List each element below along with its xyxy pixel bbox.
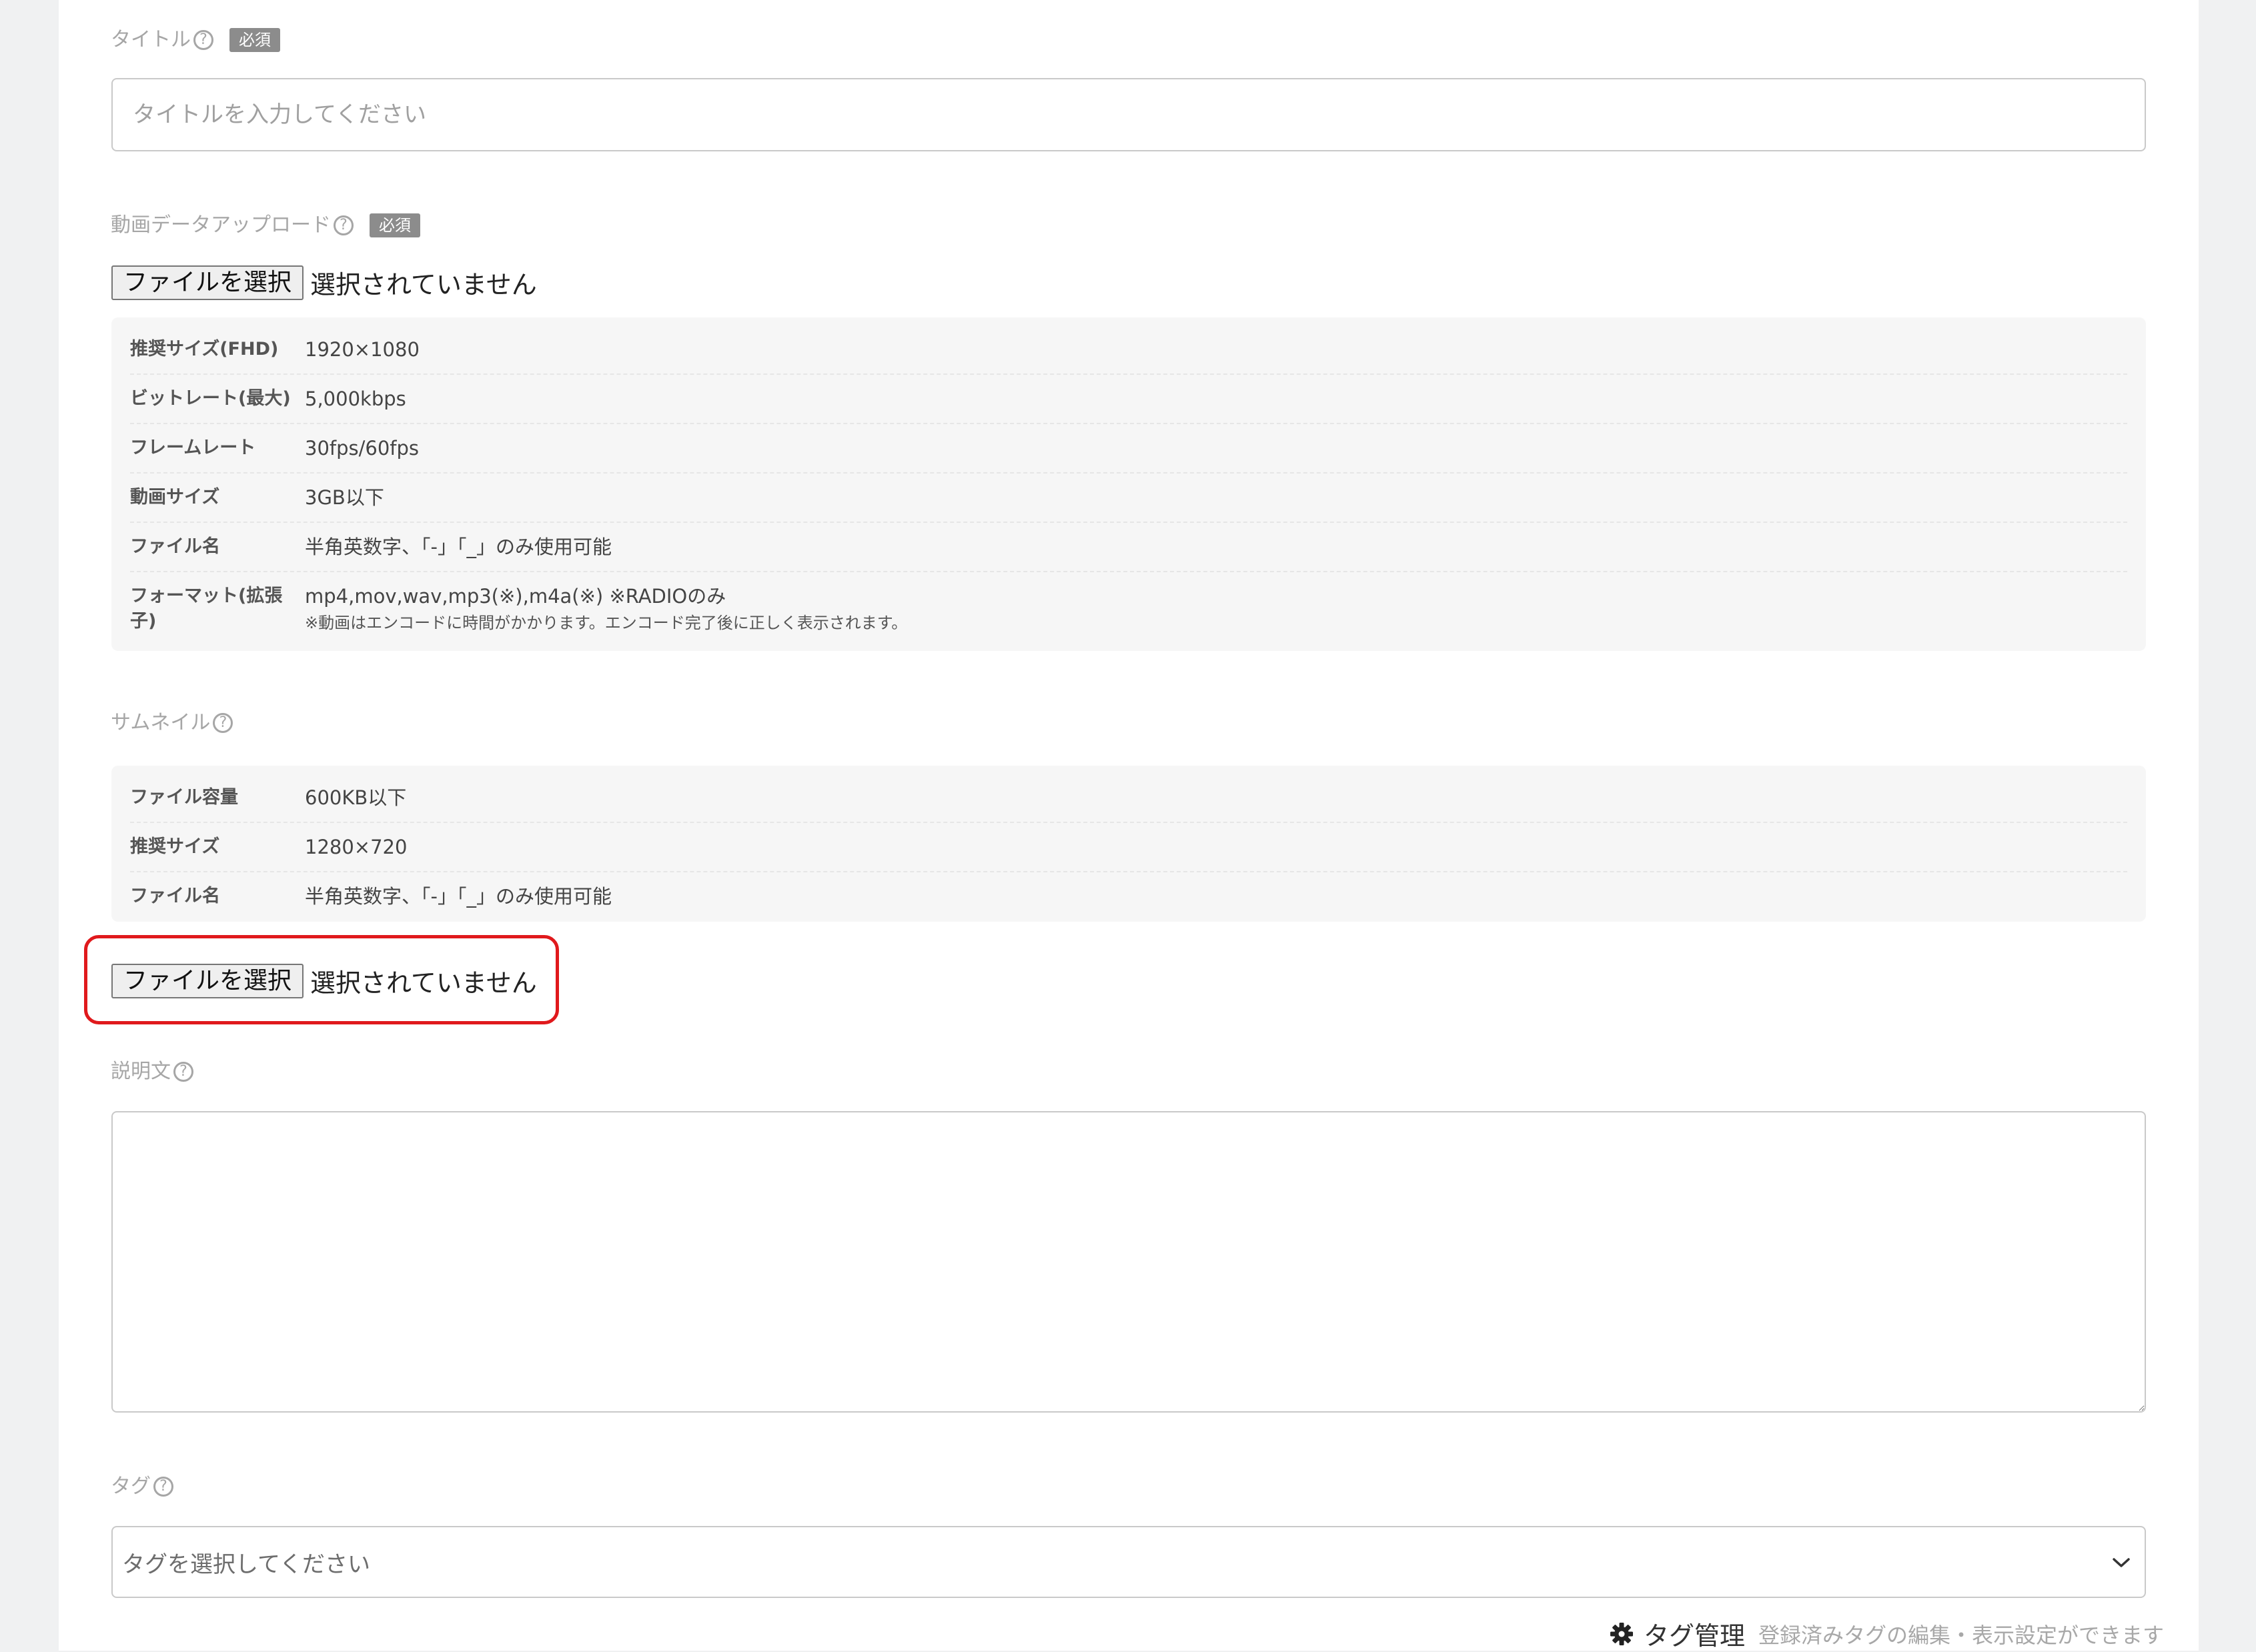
chevron-down-icon <box>2111 1549 2131 1575</box>
spec-key: 動画サイズ <box>130 487 220 508</box>
spec-key: フォーマット(拡張子) <box>130 586 283 632</box>
video-file-status: 選択されていません <box>310 270 537 299</box>
required-badge: 必須 <box>229 28 280 52</box>
thumbnail-label: サムネイル <box>111 711 211 734</box>
thumbnail-file-status: 選択されていません <box>310 968 537 998</box>
spec-key: フレームレート <box>130 438 256 458</box>
video-file-picker: ファイルを選択 選択されていません <box>111 264 537 301</box>
thumbnail-label-row: サムネイル ? <box>111 710 233 736</box>
tag-manage-row: タグ管理 登録済みタグの編集・表示設定ができます <box>1609 1615 2164 1652</box>
video-choose-file-button[interactable]: ファイルを選択 <box>111 265 304 300</box>
tag-manage-link[interactable]: タグ管理 <box>1644 1615 1745 1652</box>
help-icon[interactable]: ? <box>153 1477 173 1497</box>
thumbnail-file-picker: ファイルを選択 選択されていません <box>111 962 537 999</box>
spec-row: ファイル名 半角英数字、「-」「_」のみ使用可能 <box>130 872 2127 920</box>
spec-row: ビットレート(最大) 5,000kbps <box>130 375 2127 424</box>
spec-key: ファイル名 <box>130 536 220 557</box>
spec-key: ビットレート(最大) <box>130 388 291 409</box>
help-icon[interactable]: ? <box>193 30 213 50</box>
spec-key: 推奨サイズ(FHD) <box>130 339 279 359</box>
description-label-row: 説明文 ? <box>111 1058 193 1085</box>
spec-row: 推奨サイズ 1280×720 <box>130 823 2127 872</box>
spec-row: フレームレート 30fps/60fps <box>130 424 2127 474</box>
tag-select[interactable]: タグを選択してください <box>111 1526 2146 1598</box>
video-label-row: 動画データアップロード ? 必須 <box>111 212 420 239</box>
spec-value: 3GB以下 <box>305 486 384 509</box>
spec-value: 5,000kbps <box>305 387 406 410</box>
title-input[interactable] <box>111 78 2146 151</box>
description-textarea[interactable] <box>111 1111 2146 1413</box>
title-label: タイトル <box>111 28 191 51</box>
help-icon[interactable]: ? <box>334 215 354 235</box>
help-icon[interactable]: ? <box>173 1062 193 1082</box>
spec-row: ファイル容量 600KB以下 <box>130 774 2127 823</box>
title-label-row: タイトル ? 必須 <box>111 27 280 53</box>
spec-value: 30fps/60fps <box>305 437 420 460</box>
required-badge: 必須 <box>370 213 420 237</box>
gear-icon[interactable] <box>1609 1621 1634 1647</box>
thumbnail-choose-file-button[interactable]: ファイルを選択 <box>111 963 304 998</box>
spec-key: 推奨サイズ <box>130 836 220 857</box>
spec-value: 600KB以下 <box>305 786 407 809</box>
help-icon[interactable]: ? <box>213 713 233 733</box>
spec-key: ファイル名 <box>130 886 220 906</box>
description-label: 説明文 <box>111 1060 171 1083</box>
spec-row: 動画サイズ 3GB以下 <box>130 474 2127 523</box>
spec-row: ファイル名 半角英数字、「-」「_」のみ使用可能 <box>130 523 2127 572</box>
video-spec-table: 推奨サイズ(FHD) 1920×1080 ビットレート(最大) 5,000kbp… <box>111 317 2146 651</box>
tag-label: タグ <box>111 1475 151 1498</box>
tag-select-placeholder: タグを選択してください <box>122 1551 370 1578</box>
spec-value: 半角英数字、「-」「_」のみ使用可能 <box>305 536 612 558</box>
thumbnail-spec-table: ファイル容量 600KB以下 推奨サイズ 1280×720 ファイル名 半角英数… <box>111 766 2146 922</box>
tag-manage-description: 登録済みタグの編集・表示設定ができます <box>1758 1622 2165 1648</box>
spec-value: 1280×720 <box>305 836 408 858</box>
spec-value: 1920×1080 <box>305 338 420 361</box>
spec-value: mp4,mov,wav,mp3(※),m4a(※) ※RADIOのみ <box>305 585 726 608</box>
spec-row: 推奨サイズ(FHD) 1920×1080 <box>130 325 2127 375</box>
spec-key: ファイル容量 <box>130 787 238 808</box>
spec-value: 半角英数字、「-」「_」のみ使用可能 <box>305 885 612 908</box>
spec-row: フォーマット(拡張子) mp4,mov,wav,mp3(※),m4a(※) ※R… <box>130 572 2127 646</box>
video-upload-label: 動画データアップロード <box>111 213 331 237</box>
tag-label-row: タグ ? <box>111 1473 173 1500</box>
spec-note: ※動画はエンコードに時間がかかります。エンコード完了後に正しく表示されます。 <box>305 614 908 632</box>
spec-value-group: mp4,mov,wav,mp3(※),m4a(※) ※RADIOのみ ※動画はエ… <box>305 584 907 634</box>
